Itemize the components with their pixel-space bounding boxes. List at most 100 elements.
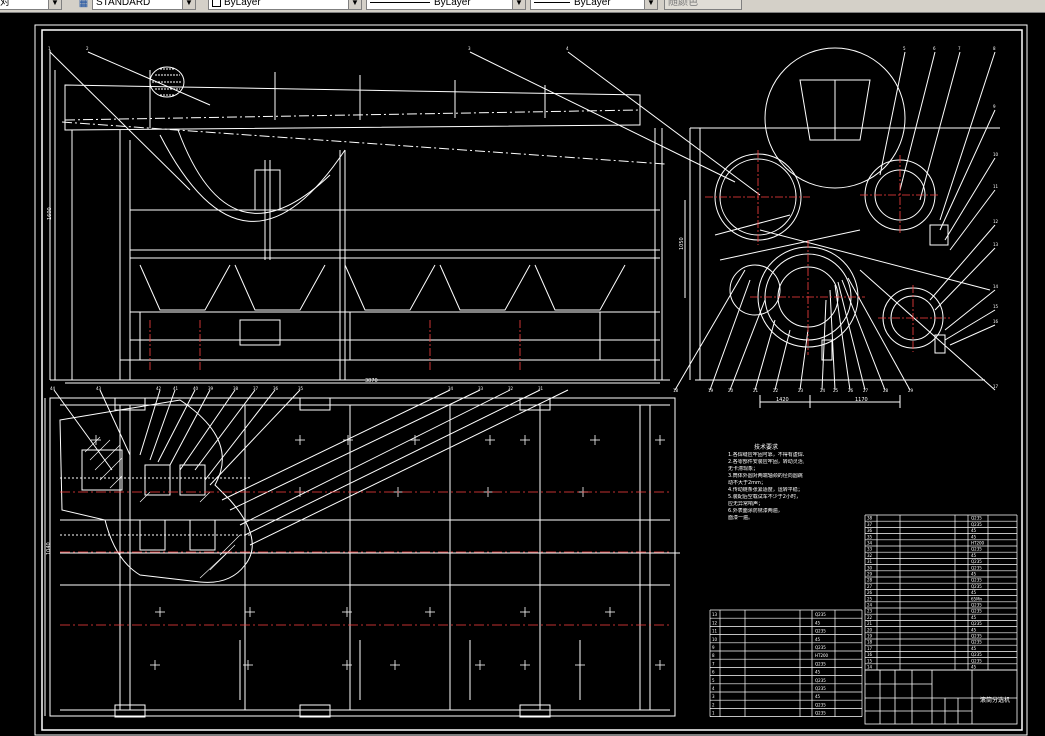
balloon-number: 25	[833, 388, 839, 393]
parts-row-material: Q235	[815, 702, 826, 707]
balloon-number: 2	[86, 46, 89, 51]
lineweight-value: ByLayer	[574, 0, 611, 8]
front-view	[49, 50, 761, 384]
parts-row-material: Q235	[971, 640, 982, 645]
chevron-down-icon[interactable]: ▼	[512, 0, 525, 9]
balloon-number: 42	[156, 386, 162, 391]
parts-row-number: 7	[712, 661, 715, 666]
parts-row-number: 15	[867, 658, 873, 663]
dim-side-width-left: 1420	[776, 397, 789, 403]
parts-row-number: 6	[712, 670, 715, 675]
balloon-number: 10	[993, 152, 999, 157]
side-view	[674, 47, 1000, 408]
technical-note-line: 2.各零部件安装应牢固，转动灵活，	[728, 459, 804, 465]
balloon-number: 21	[753, 388, 759, 393]
balloon-number: 6	[933, 46, 936, 51]
text-style-value: STANDARD	[96, 0, 151, 8]
drawing-name: 滚筒分选机	[979, 697, 1010, 704]
chevron-down-icon[interactable]: ▼	[182, 0, 195, 9]
technical-note-line: 无卡滞现象；	[728, 466, 759, 472]
parts-row-number: 22	[867, 615, 873, 620]
balloon-number: 9	[993, 104, 996, 109]
parts-row-number: 4	[712, 686, 715, 691]
chevron-down-icon[interactable]: ▼	[644, 0, 657, 9]
balloon-number: 18	[673, 388, 679, 393]
parts-row-material: Q235	[971, 603, 982, 608]
balloon-number: 26	[848, 388, 854, 393]
parts-row-number: 24	[867, 603, 873, 608]
parts-row-material: HT200	[971, 541, 985, 546]
parts-row-number: 29	[867, 572, 873, 577]
parts-row-number: 36	[867, 528, 873, 533]
parts-row-material: 45	[815, 620, 821, 625]
balloon-number: 39	[208, 386, 214, 391]
technical-note-line: 应无异常响声；	[728, 501, 764, 507]
layer-color-combo[interactable]: ByLayer ▼	[208, 0, 362, 10]
parts-row-number: 21	[867, 621, 873, 626]
bottom-view-balloons: 44 43 42 41 40 39 38 37 36 35 34 33 32 31	[50, 386, 544, 391]
layer-color-value: ByLayer	[224, 0, 261, 8]
parts-row-number: 19	[867, 634, 873, 639]
linetype-combo[interactable]: ByLayer ▼	[366, 0, 526, 10]
drawing-canvas[interactable]: 3870 1600 1050 1420 1170 1040 1 2 3 4 5 6 7 891…	[0, 13, 1045, 736]
balloon-number: 44	[50, 386, 56, 391]
balloon-number: 13	[993, 242, 999, 247]
parts-row-material: 45	[971, 572, 977, 577]
plan-view	[44, 389, 680, 718]
parts-row-number: 11	[712, 629, 718, 634]
parts-row-number: 37	[867, 522, 873, 527]
parts-row-number: 38	[867, 516, 873, 521]
parts-row-number: 17	[867, 646, 873, 651]
parts-row-material: Q235	[971, 516, 982, 521]
balloon-number: 35	[298, 386, 304, 391]
balloon-number: 7	[958, 46, 961, 51]
parts-row-number: 31	[867, 559, 873, 564]
parts-row-material: 45	[971, 534, 977, 539]
parts-row-number: 35	[867, 534, 873, 539]
parts-row-number: 20	[867, 627, 873, 632]
dim-plan-width: 1040	[46, 542, 52, 555]
top-view-balloons: 1 2 3 4 5 6 7 89101112131415161718 19 20 21 22 23 24 2…	[48, 46, 999, 393]
parts-list-left: 13 Q23512 4511 Q23510 459 Q2358 HT2007 Q2356 455…	[709, 609, 863, 717]
parts-row-number: 2	[712, 702, 715, 707]
technical-note-line: 动不大于2mm；	[728, 480, 766, 486]
parts-row-number: 1	[712, 711, 715, 716]
parts-row-number: 23	[867, 609, 873, 614]
plot-style-combo[interactable]: 对 ▼	[0, 0, 62, 10]
parts-row-number: 9	[712, 645, 715, 650]
parts-row-number: 34	[867, 541, 873, 546]
parts-row-material: Q235	[971, 621, 982, 626]
balloon-number: 14	[993, 284, 999, 289]
parts-row-material: 45	[815, 637, 821, 642]
balloon-number: 5	[903, 46, 906, 51]
parts-row-material: 45	[971, 665, 977, 670]
parts-row-number: 32	[867, 553, 873, 558]
parts-row-number: 10	[712, 637, 718, 642]
linetype-value: ByLayer	[434, 0, 471, 8]
plan-view-centerlines	[60, 491, 670, 626]
dim-side-height: 1050	[679, 237, 685, 250]
text-style-combo[interactable]: STANDARD ▼	[92, 0, 196, 10]
parts-row-number: 33	[867, 547, 873, 552]
parts-row-material: HT200	[815, 653, 829, 658]
plan-view-hatching	[84, 436, 241, 579]
dim-overall-length: 3870	[365, 378, 378, 384]
parts-row-number: 8	[712, 653, 715, 658]
balloon-number: 43	[96, 386, 102, 391]
balloon-number: 20	[728, 388, 734, 393]
text-style-icon[interactable]: ▦	[77, 0, 90, 10]
lineweight-combo[interactable]: ByLayer ▼	[530, 0, 658, 10]
plot-style-value-combo[interactable]: 随颜色	[664, 0, 742, 10]
parts-row-number: 16	[867, 652, 873, 657]
parts-row-material: Q235	[971, 658, 982, 663]
parts-row-material: Q235	[971, 584, 982, 589]
parts-row-number: 26	[867, 590, 873, 595]
balloon-number: 41	[173, 386, 179, 391]
technical-note-line: 4.传动链条张紧适度，运转平稳；	[728, 487, 803, 493]
parts-row-material: Q235	[971, 522, 982, 527]
technical-notes-title: 技术要求	[753, 444, 778, 451]
color-swatch-icon	[212, 0, 221, 7]
chevron-down-icon[interactable]: ▼	[48, 0, 61, 9]
chevron-down-icon[interactable]: ▼	[348, 0, 361, 9]
parts-row-material: 45	[971, 627, 977, 632]
